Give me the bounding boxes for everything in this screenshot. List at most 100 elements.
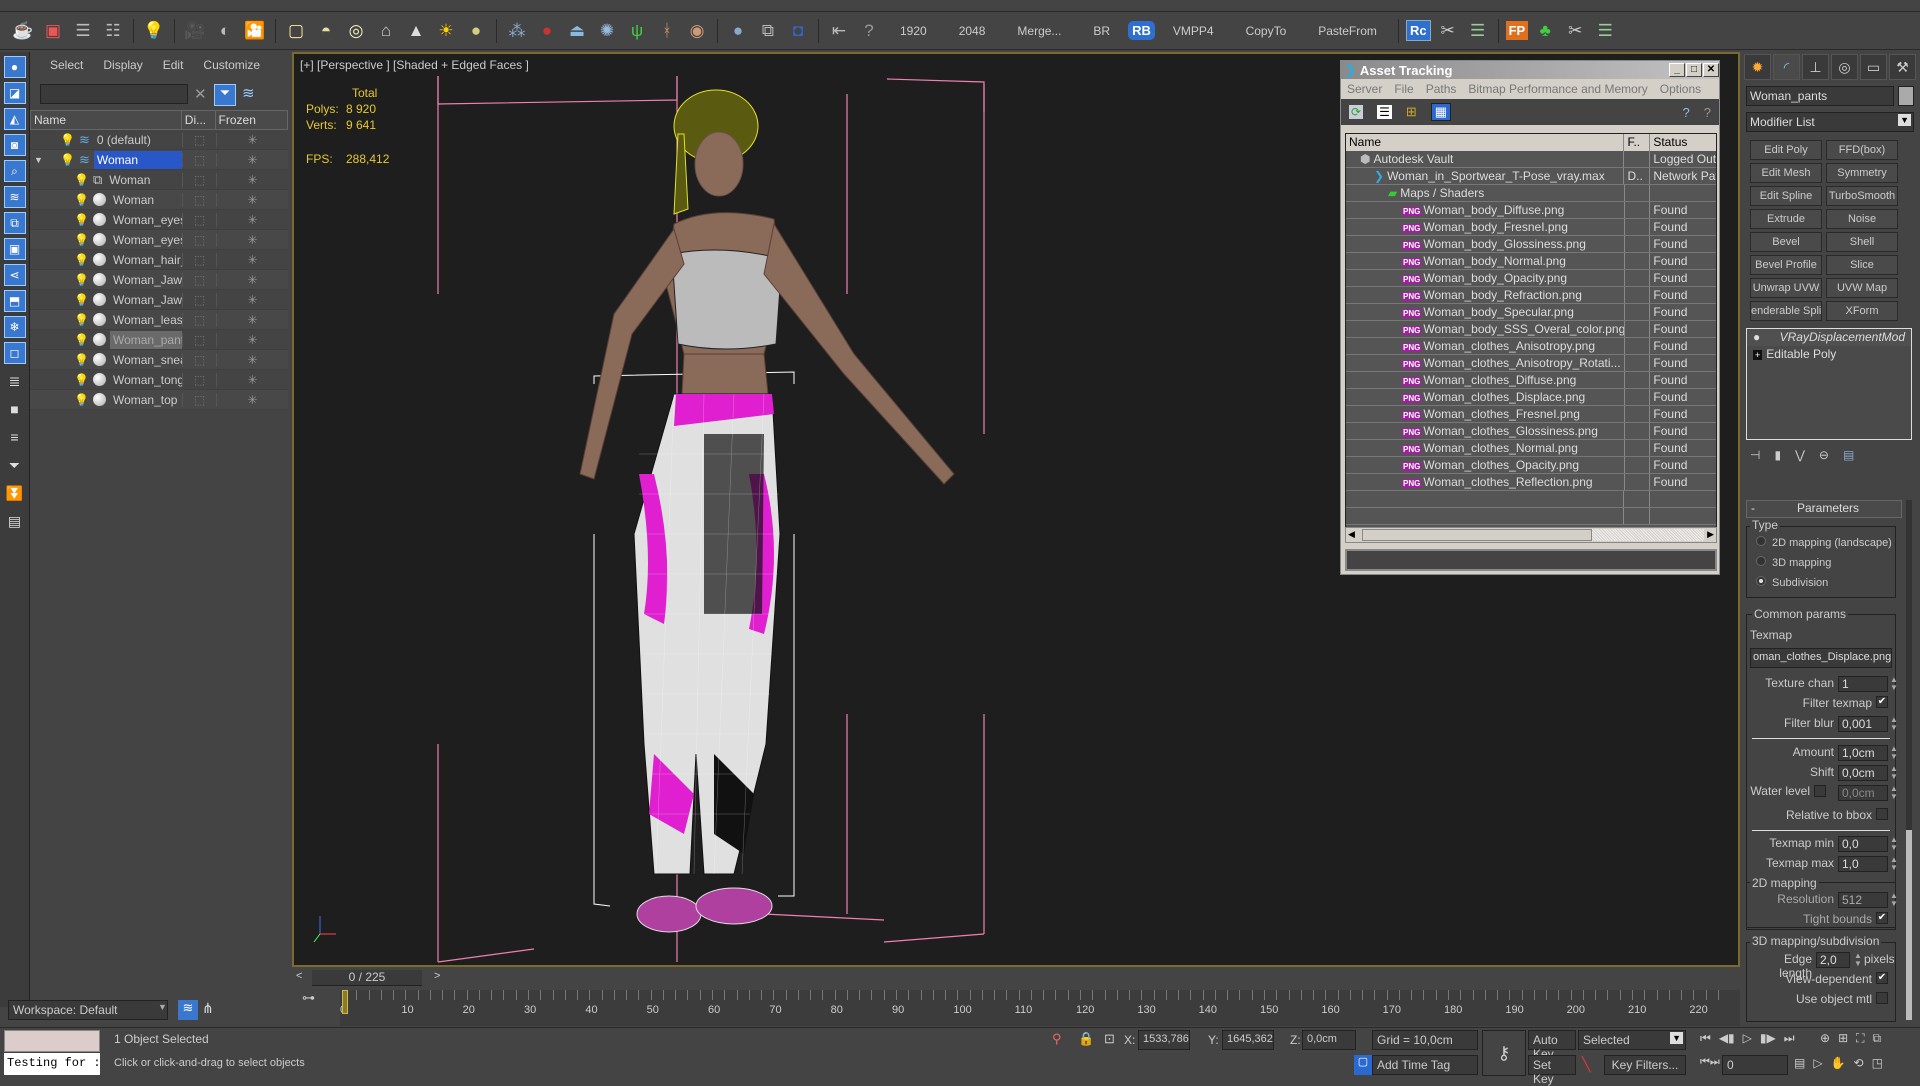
asset-row[interactable]: PNG Woman_clothes_Anisotropy_Rotati... Fou… [1346,355,1716,372]
help-icon[interactable]: ? [1683,105,1690,120]
mesh-light-icon[interactable]: ⌂ [373,18,399,44]
shift-spinner[interactable]: ▲ ▼ [1890,765,1899,781]
bulb-icon[interactable]: ● [1753,330,1760,344]
xrefs-filter-icon[interactable]: ▣ [3,238,26,260]
material-editor-icon[interactable]: ● [725,18,751,44]
asset-row[interactable]: ⬢ Autodesk Vault Logged Out [1346,151,1716,168]
freeze-icon[interactable]: ✳ [216,152,288,167]
scene-search-input[interactable] [40,84,188,104]
display-box-icon[interactable]: ⬚ [182,232,216,247]
zoom-all-icon[interactable]: ⊞ [1838,1031,1848,1046]
modifier-button[interactable]: Bevel [1750,232,1822,252]
plane-light-icon[interactable]: ▢ [283,18,309,44]
asset-row[interactable]: PNG Woman_body_Diffuse.png Found [1346,202,1716,219]
scrollbar-thumb[interactable] [1362,529,1592,541]
texmap-max-field[interactable]: 1,0 [1838,856,1888,872]
forest-icon[interactable]: ♣ [1532,18,1558,44]
hidden-filter-icon[interactable]: ◻ [3,342,26,364]
ornatrix-icon[interactable]: ◉ [684,18,710,44]
scrollbar-thumb[interactable] [1906,830,1912,1020]
menu-display[interactable]: Display [103,58,142,78]
display-box-icon[interactable]: ⬚ [182,332,216,347]
freeze-icon[interactable]: ✳ [216,232,288,247]
sort-by-hierarchy-icon[interactable]: ⋔ [202,1000,214,1017]
column-status[interactable]: Status [1650,134,1716,151]
vray-sphere-icon[interactable]: ● [534,18,560,44]
asset-row[interactable]: PNG Woman_clothes_Normal.png Found [1346,440,1716,457]
scene-tree-row[interactable]: 💡 Woman_leash ⬚ ✳ [30,310,288,330]
display-all-icon[interactable]: ≣ [4,370,26,392]
asset-row[interactable]: PNG Woman_body_Normal.png Found [1346,253,1716,270]
scene-tree-row[interactable]: 💡 Woman_hair_tail⬚✳ [30,250,288,270]
menu-bitmap-performance[interactable]: Bitmap Performance and Memory [1468,82,1647,96]
x-coordinate-field[interactable]: 1533,786cı [1138,1030,1190,1050]
script-button-copyto[interactable]: CopyTo [1232,24,1301,38]
freeze-icon[interactable]: ✳ [216,252,288,267]
layer-explorer-icon[interactable]: ≋ [242,84,255,102]
asset-tracking-titlebar[interactable]: ❯ Asset Tracking _ □ ✕ [1341,61,1719,79]
menu-server[interactable]: Server [1347,82,1382,96]
scene-tree-row[interactable]: 💡 Woman_eyes...⬚✳ [30,230,288,250]
scene-tree-row[interactable]: 💡 Woman_top ⬚ ✳ [30,390,288,410]
next-frame-icon[interactable]: > [434,970,440,982]
visibility-bulb-icon[interactable]: 💡 [60,153,75,167]
display-box-icon[interactable]: ⬚ [182,392,216,407]
auto-key-button[interactable]: Auto Key [1528,1030,1576,1061]
isolate-selection-icon[interactable]: ⚲ [1052,1031,1062,1047]
freeze-icon[interactable]: ✳ [216,372,288,387]
freeze-icon[interactable]: ✳ [216,332,288,347]
freeze-icon[interactable]: ✳ [216,172,288,187]
asset-row[interactable]: PNG Woman_clothes_Anisotropy.png Found [1346,338,1716,355]
y-coordinate-field[interactable]: 1645,362cı [1222,1030,1274,1050]
list-icon-2[interactable]: ☰ [1592,18,1618,44]
modifier-button[interactable]: enderable Splin [1750,301,1822,321]
tools-icon[interactable]: ✂ [1435,18,1461,44]
set-key-mode-key-icon[interactable]: ⚷ [1482,1030,1526,1076]
zoom-extents-icon[interactable]: ⛶ [1856,1031,1864,1046]
menu-file[interactable]: File [1394,82,1413,96]
spacewarps-filter-icon[interactable]: ≋ [3,186,26,208]
asset-row[interactable]: PNG Woman_body_Opacity.png Found [1346,270,1716,287]
import-icon[interactable]: ⇤ [826,18,852,44]
render-settings-icon[interactable]: ☷ [100,18,126,44]
visibility-bulb-icon[interactable]: 💡 [74,213,89,227]
script-button-merge[interactable]: Merge... [1003,24,1075,38]
maximize-button[interactable]: □ [1686,63,1702,77]
stack-item-editable-poly[interactable]: + Editable Poly [1747,346,1911,363]
modifier-button[interactable]: FFD(box) [1826,140,1898,160]
scroll-right-icon[interactable]: ▶ [1707,529,1714,540]
display-box-icon[interactable]: ⬚ [182,252,216,267]
menu-customize[interactable]: Customize [203,58,260,78]
make-unique-icon[interactable]: ⋁ [1795,448,1805,462]
view-dependent-checkbox[interactable]: ✔ [1876,972,1888,984]
modifier-button[interactable]: Unwrap UVW [1750,278,1822,298]
time-tag-icon[interactable]: ▢ [1354,1055,1372,1075]
list-icon[interactable]: ☰ [1465,18,1491,44]
object-color-swatch[interactable] [1898,86,1914,106]
scene-tree-row[interactable]: 💡 Woman_pants⬚✳ [30,330,288,350]
freeze-icon[interactable]: ✳ [216,352,288,367]
texmap-button[interactable]: oman_clothes_Displace.png) [1750,648,1892,668]
texture-chan-spinner[interactable]: ▲ ▼ [1890,676,1899,692]
shapes-filter-icon[interactable]: ◪ [3,82,26,104]
minimize-button[interactable]: _ [1669,63,1685,77]
play-icon[interactable]: ▷ [1743,1031,1752,1046]
visibility-bulb-icon[interactable]: 💡 [74,353,89,367]
object-name-field[interactable]: Woman_pants [1746,86,1894,106]
hair-farm-icon[interactable]: ᚼ [654,18,680,44]
command-panel-scrollbar[interactable] [1906,500,1912,1020]
modify-tab-icon[interactable]: ◜ [1773,54,1800,80]
freeze-icon[interactable]: ✳ [216,292,288,307]
z-coordinate-field[interactable]: 0,0cm [1302,1030,1356,1050]
menu-options[interactable]: Options [1660,82,1701,96]
script-button-pastefrom[interactable]: PasteFrom [1304,24,1391,38]
shift-field[interactable]: 0,0cm [1838,765,1888,781]
key-tangent-icon[interactable]: ╲ [1582,1056,1590,1073]
scene-tree-row[interactable]: 💡 Woman_Jaw_...⬚✳ [30,270,288,290]
configure-sets-icon[interactable]: ▤ [1843,448,1854,462]
modifier-button[interactable]: XForm [1826,301,1898,321]
close-button[interactable]: ✕ [1703,63,1719,77]
light-lister-icon[interactable]: 💡 [141,18,167,44]
add-time-tag-button[interactable]: Add Time Tag [1372,1055,1478,1075]
display-box-icon[interactable]: ⬚ [182,312,216,327]
